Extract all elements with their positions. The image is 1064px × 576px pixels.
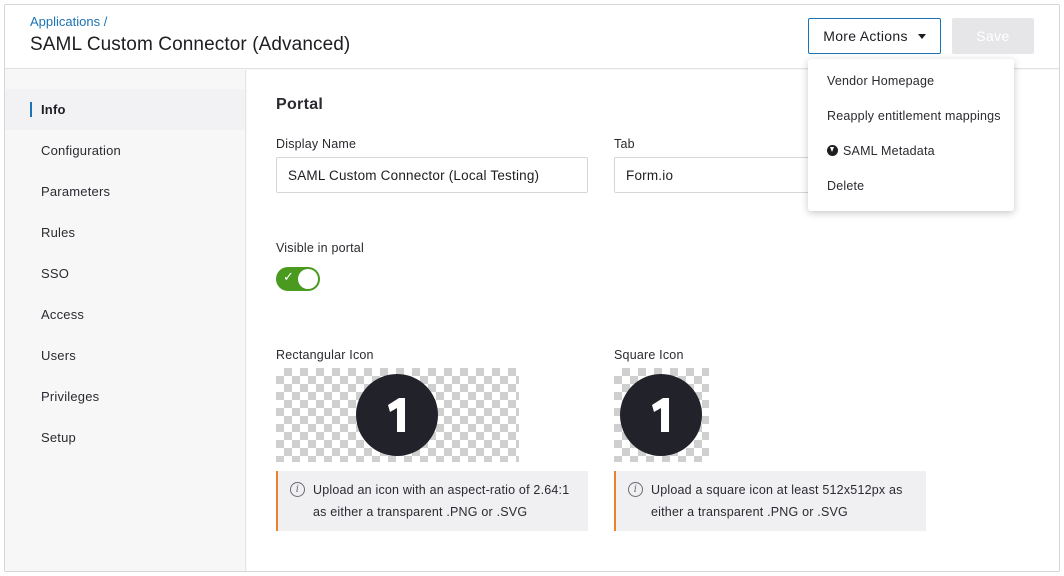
more-actions-label: More Actions (823, 28, 908, 44)
sidebar-item-label: SSO (41, 266, 70, 281)
sidebar-item-label: Parameters (41, 184, 111, 199)
sidebar-item-label: Users (41, 348, 76, 363)
more-actions-menu: Vendor Homepage Reapply entitlement mapp… (808, 59, 1014, 211)
info-icon: i (290, 482, 305, 497)
square-icon-label: Square Icon (614, 348, 684, 362)
download-circle-icon (827, 145, 838, 156)
section-title-portal: Portal (276, 96, 324, 113)
square-icon-upload[interactable] (614, 368, 709, 462)
rectangular-icon-upload[interactable] (276, 368, 519, 462)
square-icon-help: i Upload a square icon at least 512x512p… (614, 471, 926, 531)
rectangular-icon-help: i Upload an icon with an aspect-ratio of… (276, 471, 588, 531)
breadcrumb-applications-link[interactable]: Applications / (30, 14, 107, 29)
more-actions-button[interactable]: More Actions (808, 18, 941, 54)
menu-item-label: Reapply entitlement mappings (827, 108, 1001, 123)
menu-item-vendor-homepage[interactable]: Vendor Homepage (808, 63, 1014, 98)
check-icon: ✓ (283, 269, 294, 284)
sidebar-item-setup[interactable]: Setup (5, 417, 245, 458)
sidebar-item-label: Info (41, 102, 66, 117)
toggle-knob (298, 269, 318, 289)
number-one-badge-icon (620, 374, 702, 456)
number-one-glyph (652, 398, 669, 432)
sidebar-item-parameters[interactable]: Parameters (5, 171, 245, 212)
sidebar-item-sso[interactable]: SSO (5, 253, 245, 294)
sidebar-item-label: Configuration (41, 143, 121, 158)
caret-down-icon (917, 33, 926, 39)
sidebar-item-users[interactable]: Users (5, 335, 245, 376)
save-button[interactable]: Save (952, 18, 1034, 54)
sidebar-item-label: Access (41, 307, 85, 322)
app-window: Applications / SAML Custom Connector (Ad… (4, 4, 1060, 572)
sidebar-item-label: Rules (41, 225, 76, 240)
sidebar-item-configuration[interactable]: Configuration (5, 130, 245, 171)
info-icon: i (628, 482, 643, 497)
sidebar-item-label: Privileges (41, 389, 100, 404)
rectangular-icon-label: Rectangular Icon (276, 348, 374, 362)
menu-item-saml-metadata[interactable]: SAML Metadata (808, 133, 1014, 168)
display-name-input[interactable] (276, 157, 588, 193)
menu-item-delete[interactable]: Delete (808, 168, 1014, 203)
number-one-glyph (388, 398, 405, 432)
menu-item-label: SAML Metadata (843, 143, 935, 158)
visible-in-portal-toggle[interactable]: ✓ (276, 267, 320, 291)
square-icon-help-text: Upload a square icon at least 512x512px … (651, 483, 903, 519)
rectangular-icon-help-text: Upload an icon with an aspect-ratio of 2… (313, 483, 570, 519)
sidebar: Info Configuration Parameters Rules SSO … (5, 70, 246, 571)
sidebar-item-privileges[interactable]: Privileges (5, 376, 245, 417)
menu-item-label: Delete (827, 178, 865, 193)
sidebar-item-info[interactable]: Info (5, 89, 245, 130)
sidebar-item-label: Setup (41, 430, 76, 445)
tab-label: Tab (614, 137, 635, 151)
visible-in-portal-label: Visible in portal (276, 241, 364, 255)
number-one-badge-icon (356, 374, 438, 456)
menu-item-reapply-entitlement-mappings[interactable]: Reapply entitlement mappings (808, 98, 1014, 133)
menu-item-label: Vendor Homepage (827, 73, 935, 88)
sidebar-item-rules[interactable]: Rules (5, 212, 245, 253)
breadcrumb: Applications / (30, 14, 107, 29)
sidebar-item-access[interactable]: Access (5, 294, 245, 335)
display-name-label: Display Name (276, 137, 357, 151)
page-title: SAML Custom Connector (Advanced) (30, 34, 351, 55)
